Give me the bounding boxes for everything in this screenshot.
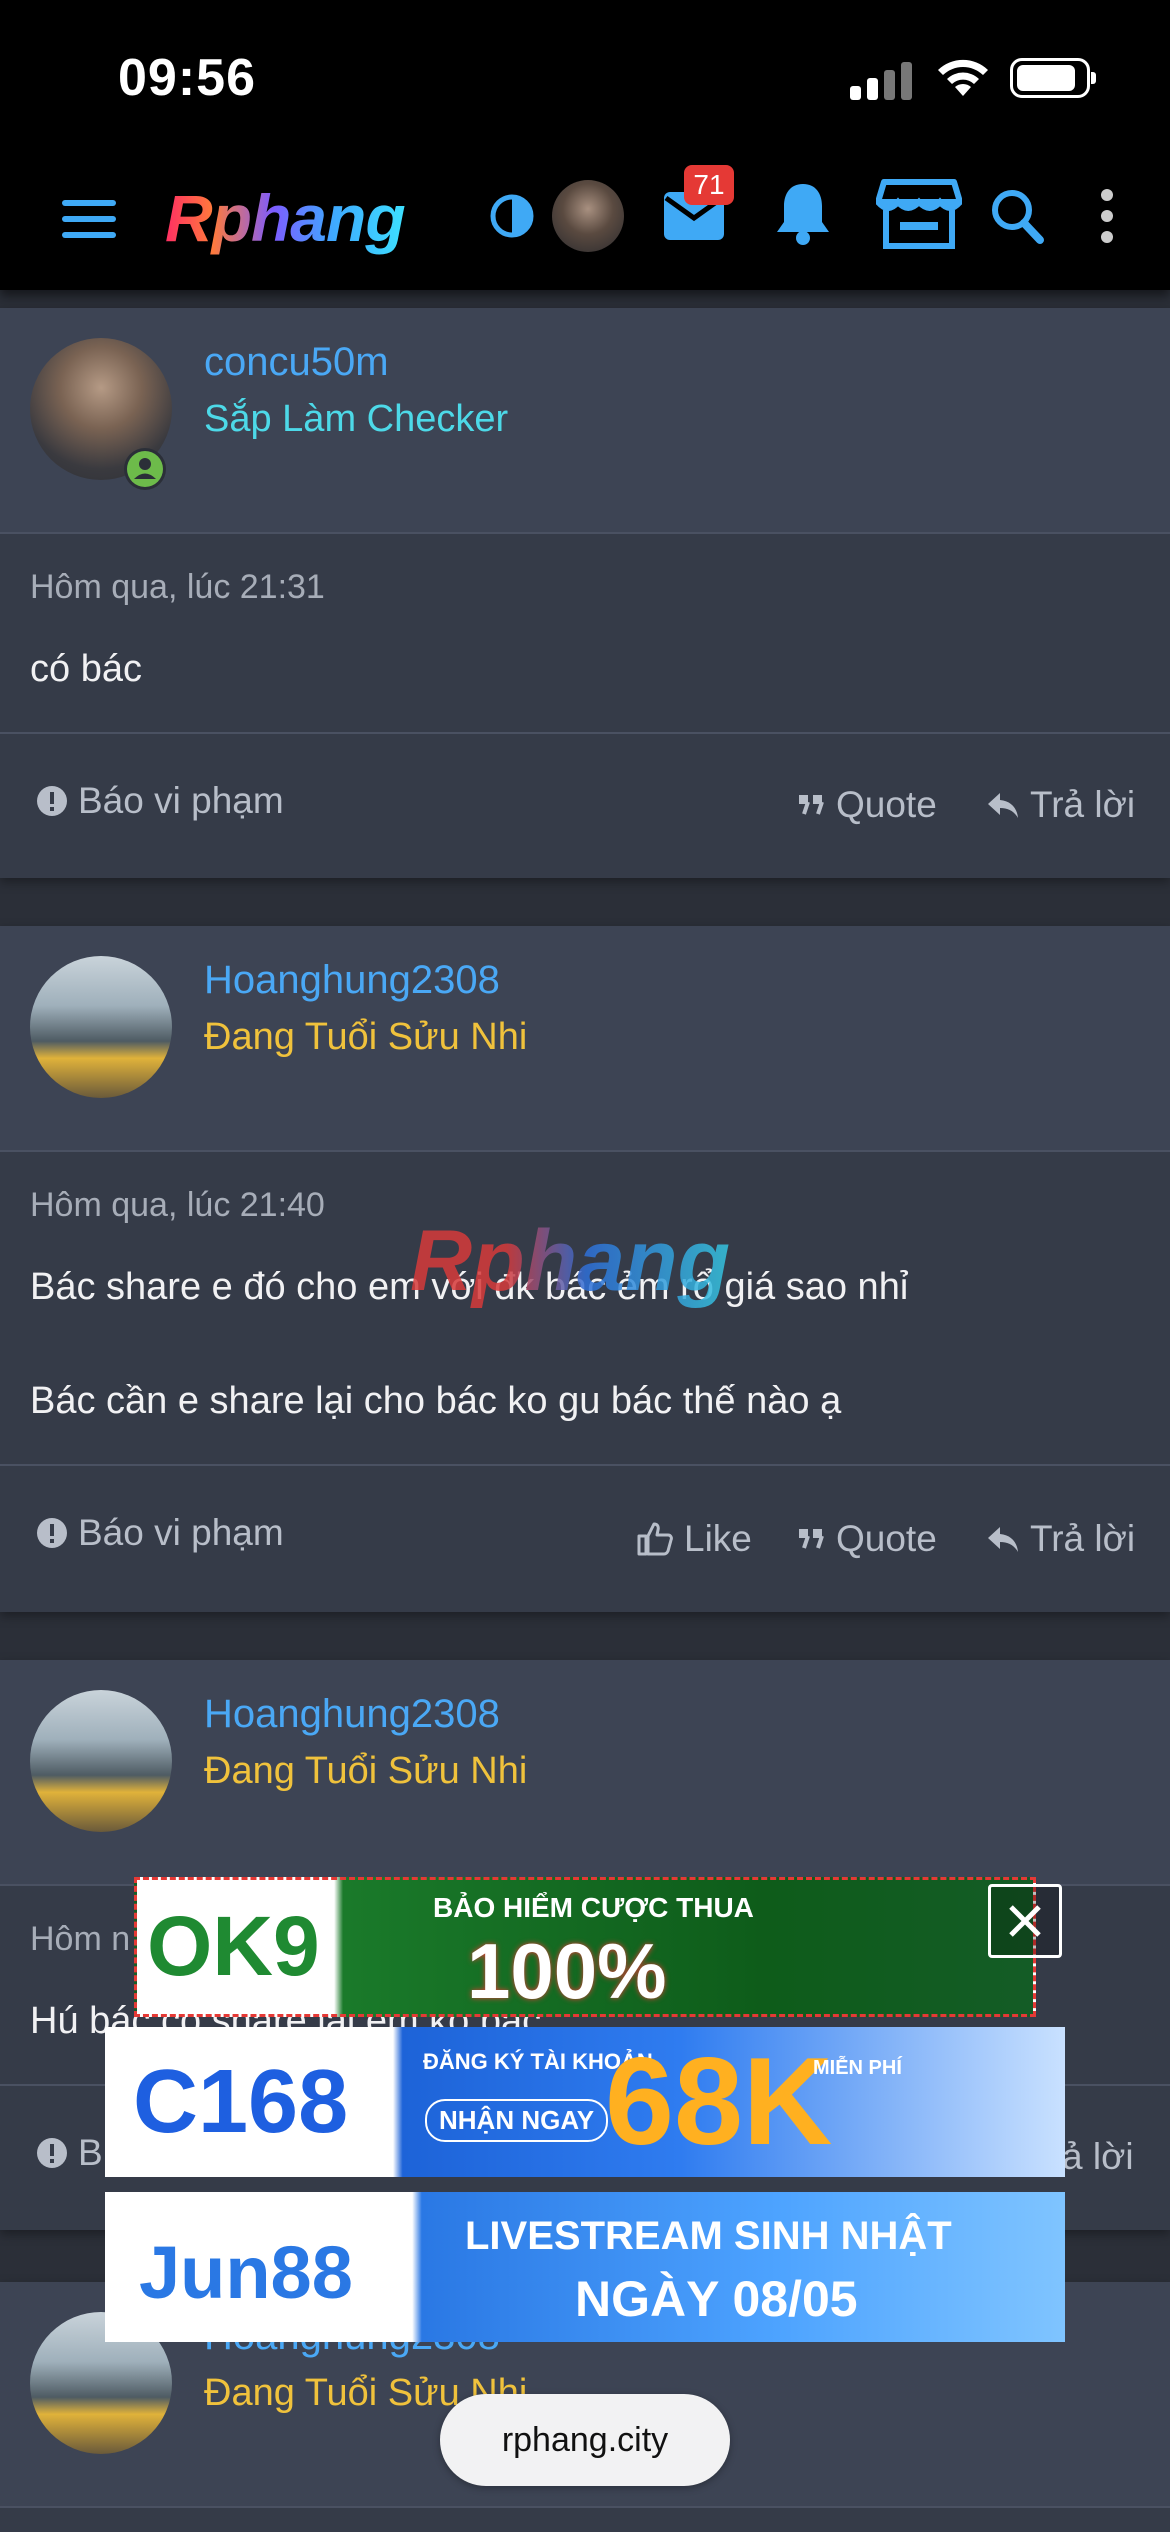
ad-value: 68K (605, 2033, 833, 2171)
reply-label: Trả lời (1030, 784, 1136, 825)
report-button[interactable]: Báo vi phạm (36, 1512, 284, 1554)
thumbs-up-icon (637, 1522, 673, 1556)
avatar[interactable] (30, 956, 172, 1098)
user-title: Sắp Làm Checker (204, 398, 509, 440)
ad-line: NHẬN NGAY (425, 2099, 609, 2142)
post-body-line: Bác cần e share lại cho bác ko gu bác th… (30, 1380, 842, 1422)
wifi-icon (938, 59, 988, 96)
reply-button[interactable]: Trả lời (986, 1518, 1135, 1560)
report-label: Báo vi phạm (78, 780, 284, 821)
post-timestamp[interactable]: Hôm qua, lúc 21:31 (30, 568, 325, 607)
ad-banner-c168[interactable]: C168 ĐĂNG KÝ TÀI KHOẢN NHẬN NGAY 68K MIỄ… (105, 2027, 1065, 2177)
reply-button[interactable]: Trả lời (986, 784, 1135, 826)
cellular-signal-icon (850, 60, 920, 100)
status-time: 09:56 (118, 49, 256, 107)
quote-label: Quote (836, 1518, 937, 1559)
post-header: Hoanghung2308 Đang Tuổi Sửu Nhi (0, 1660, 1170, 1886)
search-icon[interactable] (988, 186, 1046, 246)
reply-icon (988, 1527, 1018, 1552)
ad-brand: OK9 (147, 1899, 320, 1993)
quote-button[interactable]: Quote (796, 1518, 937, 1560)
post-timestamp[interactable]: Hôm qua, lúc 21:40 (30, 1186, 325, 1225)
username[interactable]: Hoanghung2308 (204, 1692, 500, 1737)
inbox-badge: 71 (684, 165, 734, 205)
post-header: concu50m Sắp Làm Checker (0, 308, 1170, 534)
divider (0, 1464, 1170, 1466)
quote-icon (799, 795, 824, 815)
ad-line: LIVESTREAM SINH NHẬT (465, 2214, 952, 2258)
user-avatar[interactable] (552, 180, 624, 252)
notification-bell-icon[interactable] (774, 180, 832, 246)
alert-icon (37, 1518, 67, 1548)
ad-banner-ok9[interactable]: OK9 BẢO HIỂM CƯỢC THUA 100% (134, 1877, 1036, 2017)
reply-label: Trả lời (1030, 1518, 1136, 1559)
alert-icon (37, 786, 67, 816)
quote-icon (799, 1529, 824, 1549)
ad-banner-jun88[interactable]: Jun88 LIVESTREAM SINH NHẬT NGÀY 08/05 (105, 2192, 1065, 2342)
site-logo[interactable]: Rphang (165, 180, 406, 256)
post-header: Hoanghung2308 Đang Tuổi Sửu Nhi (0, 926, 1170, 1152)
report-label: Báo vi phạm (78, 1512, 284, 1553)
avatar[interactable] (30, 1690, 172, 1832)
quote-label: Quote (836, 784, 937, 825)
ad-line: NGÀY 08/05 (575, 2271, 858, 2327)
reply-label: ả lời (1062, 2136, 1134, 2177)
report-button[interactable]: Báo vi phạm (36, 780, 284, 822)
ad-headline: BẢO HIỂM CƯỢC THUA (433, 1892, 754, 1923)
close-ad-button[interactable] (988, 1884, 1062, 1958)
quote-button[interactable]: Quote (796, 784, 937, 826)
theme-toggle-icon[interactable] (488, 192, 536, 240)
like-button[interactable]: Like (636, 1518, 752, 1560)
status-bar: 09:56 (0, 0, 1170, 150)
ad-tag: MIỄN PHÍ (813, 2057, 902, 2079)
like-label: Like (684, 1518, 752, 1559)
user-title: Đang Tuổi Sửu Nhi (204, 1016, 528, 1058)
close-icon (1009, 1905, 1041, 1937)
post-timestamp[interactable]: Hôm n (30, 1920, 130, 1959)
post-body: có bác (30, 648, 142, 690)
post-card: concu50m Sắp Làm Checker Hôm qua, lúc 21… (0, 308, 1170, 878)
menu-icon[interactable] (60, 196, 118, 242)
ad-value: 100% (467, 1927, 667, 2015)
browser-url-bar[interactable]: rphang.city (440, 2394, 730, 2486)
store-icon[interactable] (876, 178, 962, 250)
user-title: Đang Tuổi Sửu Nhi (204, 1750, 528, 1792)
alert-icon (37, 2138, 67, 2168)
ad-brand: Jun88 (139, 2231, 353, 2314)
username[interactable]: concu50m (204, 340, 389, 385)
top-nav: Rphang (0, 150, 1170, 290)
watermark-logo: Rphang (410, 1213, 731, 1309)
online-status-icon (124, 448, 166, 490)
username[interactable]: Hoanghung2308 (204, 958, 500, 1003)
ad-brand: C168 (133, 2052, 349, 2152)
reply-button[interactable]: ả lời (1062, 2136, 1134, 2178)
reply-icon (988, 793, 1018, 818)
battery-icon (1010, 58, 1096, 98)
divider (0, 732, 1170, 734)
more-options-icon[interactable] (1098, 188, 1116, 244)
report-button[interactable]: B (36, 2132, 103, 2174)
report-label: B (78, 2132, 103, 2173)
